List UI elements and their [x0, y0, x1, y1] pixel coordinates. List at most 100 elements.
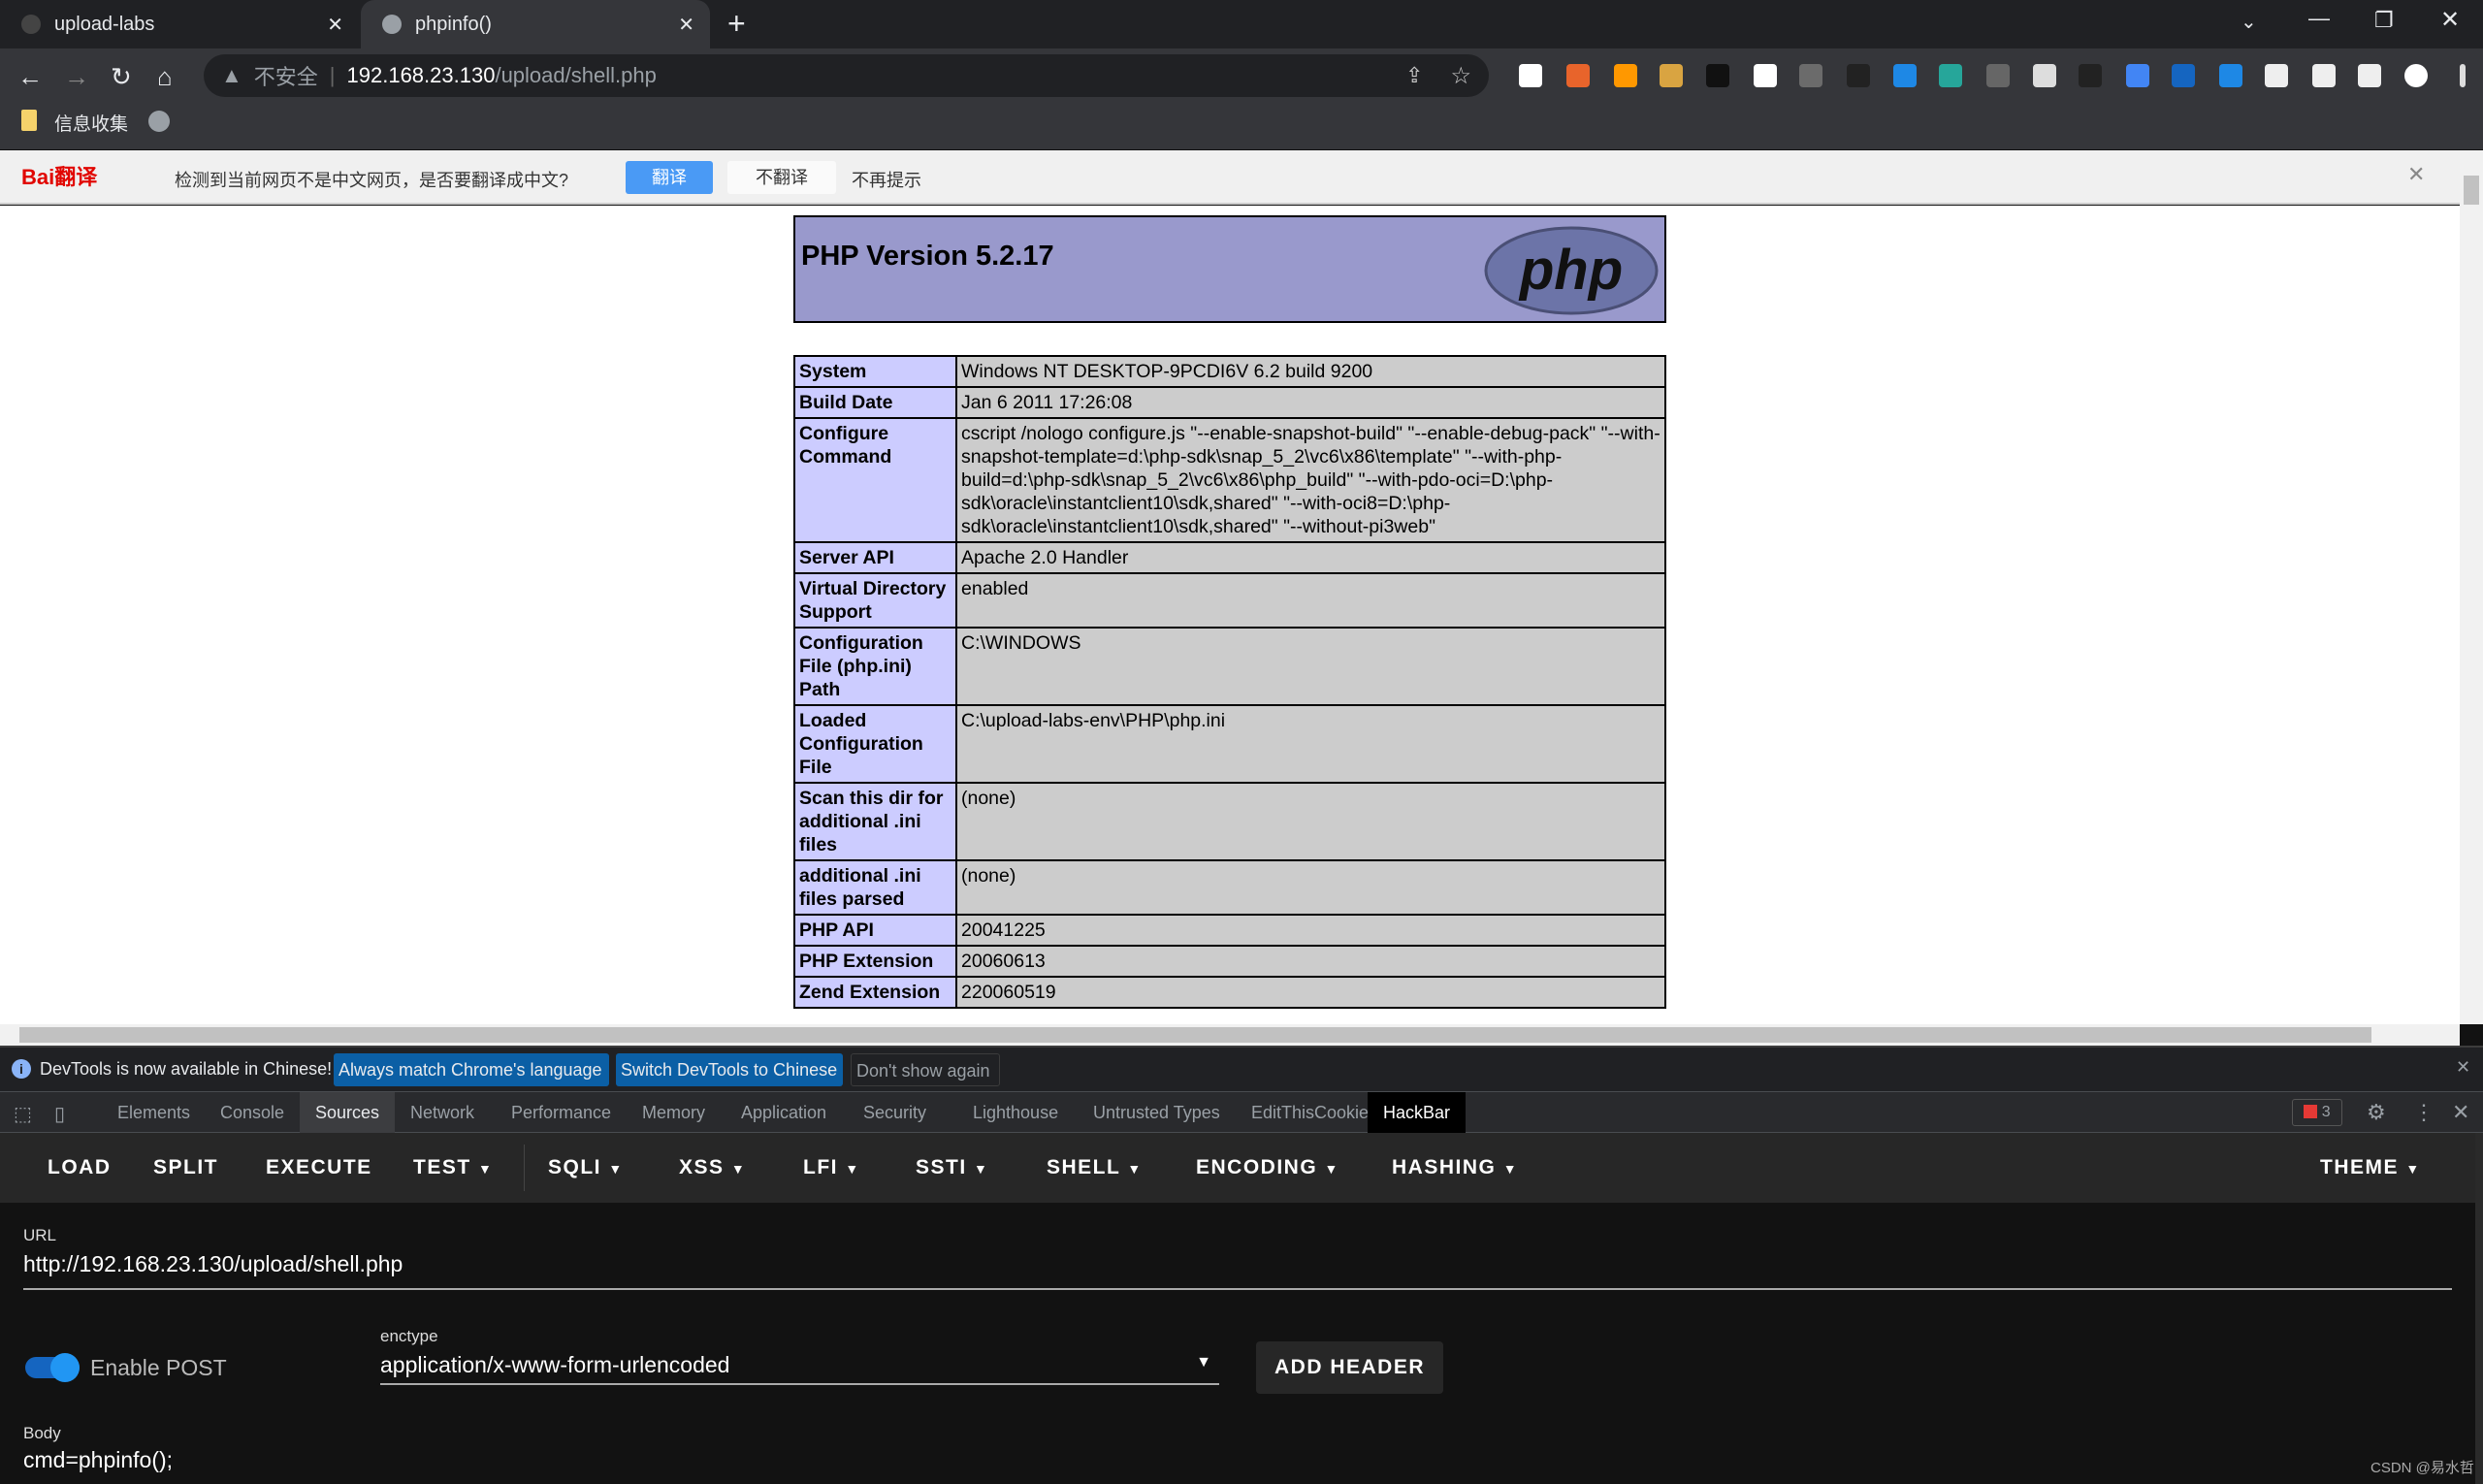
close-icon[interactable]: ✕ [2407, 162, 2425, 187]
close-icon[interactable]: ✕ [2456, 1057, 2470, 1078]
row-value: C:\upload-labs-env\PHP\php.ini [955, 704, 1666, 784]
menu-sqli[interactable]: SQLI ▼ [548, 1133, 624, 1204]
minimize-button[interactable]: — [2308, 6, 2330, 31]
body-input[interactable]: cmd=phpinfo(); [23, 1447, 2448, 1473]
page-content: PHP Version 5.2.17 php System Windows NT … [0, 206, 2460, 1024]
menu-label: ENCODING [1196, 1156, 1318, 1178]
cookie-icon[interactable] [1660, 64, 1683, 87]
menu-test[interactable]: TEST ▼ [413, 1133, 493, 1204]
flask-icon[interactable] [2312, 64, 2336, 87]
match-language-button[interactable]: Always match Chrome's language [334, 1053, 609, 1086]
switch-chinese-button[interactable]: Switch DevTools to Chinese [616, 1053, 843, 1086]
menu-split[interactable]: SPLIT [153, 1133, 218, 1203]
hackbar-icon[interactable] [1706, 64, 1729, 87]
hat-icon[interactable] [2079, 64, 2102, 87]
cloud-icon[interactable] [2033, 64, 2056, 87]
menu-execute[interactable]: EXECUTE [266, 1133, 372, 1203]
scroll-thumb[interactable] [2464, 176, 2479, 205]
error-badge[interactable]: 3 [2292, 1099, 2342, 1126]
tab-performance[interactable]: Performance [511, 1092, 611, 1133]
enctype-select[interactable]: application/x-www-form-urlencoded ▼ [380, 1352, 1219, 1385]
tab-application[interactable]: Application [741, 1092, 826, 1133]
tab-untrusted-types[interactable]: Untrusted Types [1093, 1092, 1220, 1133]
menu-hashing[interactable]: HASHING ▼ [1392, 1133, 1518, 1204]
translate-icon[interactable] [2172, 64, 2195, 87]
bookmark-star-icon[interactable]: ☆ [1450, 62, 1471, 90]
menu-encoding[interactable]: ENCODING ▼ [1196, 1133, 1339, 1204]
restore-button[interactable]: ❐ [2374, 8, 2394, 33]
url-path: /upload/shell.php [495, 63, 657, 87]
wappalyzer-icon[interactable] [1614, 64, 1637, 87]
menu-load[interactable]: LOAD [48, 1133, 112, 1203]
tab-network[interactable]: Network [410, 1092, 474, 1133]
no-translate-button[interactable]: 不翻译 [727, 161, 836, 194]
row-key: Scan this dir for additional .ini files [793, 782, 957, 861]
tab-console[interactable]: Console [220, 1092, 284, 1133]
gear-icon[interactable]: ⚙ [2367, 1100, 2386, 1125]
tab-lighthouse[interactable]: Lighthouse [973, 1092, 1058, 1133]
vertical-scrollbar[interactable] [2460, 150, 2483, 1024]
tab-elements[interactable]: Elements [117, 1092, 190, 1133]
error-icon [2304, 1105, 2318, 1118]
address-bar[interactable]: ▲ 不安全 | 192.168.23.130/upload/shell.php … [204, 54, 1489, 97]
translate-button[interactable]: 翻译 [626, 161, 713, 194]
globe-icon[interactable] [148, 111, 170, 132]
add-header-button[interactable]: ADD HEADER [1256, 1341, 1443, 1394]
enable-post-toggle[interactable] [25, 1353, 80, 1382]
glasses-icon[interactable] [1847, 64, 1870, 87]
notepad-icon[interactable] [1986, 64, 2010, 87]
hackbar-scrollbar[interactable] [2475, 1133, 2483, 1484]
proxy-icon[interactable] [1754, 64, 1777, 87]
sidepanel-icon[interactable] [2358, 64, 2381, 87]
puzzle-icon[interactable] [2265, 64, 2288, 87]
back-icon[interactable]: ← [17, 62, 43, 92]
menu-label: SQLI [548, 1156, 602, 1178]
tab-sources[interactable]: Sources [300, 1092, 396, 1133]
tab-memory[interactable]: Memory [642, 1092, 705, 1133]
url-input[interactable]: http://192.168.23.130/upload/shell.php [23, 1251, 2452, 1290]
close-tab-icon[interactable]: ✕ [678, 13, 694, 37]
inspect-icon[interactable]: ⬚ [14, 1102, 32, 1126]
forward-icon[interactable]: → [64, 62, 89, 92]
code-icon[interactable] [1799, 64, 1822, 87]
home-icon[interactable]: ⌂ [157, 62, 173, 92]
tab-hackbar[interactable]: HackBar [1368, 1092, 1467, 1133]
profile-icon[interactable] [2404, 64, 2428, 87]
row-key: Zend Extension [793, 976, 957, 1009]
menu-lfi[interactable]: LFI ▼ [803, 1133, 860, 1204]
tab-editthiscookie[interactable]: EditThisCookie [1251, 1092, 1369, 1133]
dont-show-button[interactable]: Don't show again [851, 1053, 1000, 1086]
close-tab-icon[interactable]: ✕ [327, 13, 343, 37]
enable-post-label: Enable POST [90, 1355, 227, 1380]
body-label: Body [23, 1424, 61, 1442]
menu-icon[interactable] [2460, 64, 2466, 87]
table-row: Server API Apache 2.0 Handler [793, 541, 1666, 574]
bookmark-folder[interactable]: 信息收集 [54, 110, 128, 136]
tab-phpinfo[interactable]: phpinfo() ✕ [361, 0, 710, 48]
menu-xss[interactable]: XSS ▼ [679, 1133, 746, 1204]
google-translate-icon[interactable] [2126, 64, 2149, 87]
devtools-icon[interactable] [1939, 64, 1962, 87]
opera-icon[interactable] [1566, 64, 1590, 87]
close-devtools-icon[interactable]: ✕ [2452, 1100, 2469, 1125]
baidu-translate-icon[interactable] [2219, 64, 2242, 87]
row-value: 20060613 [955, 945, 1666, 978]
kebab-menu-icon[interactable]: ⋮ [2413, 1100, 2435, 1125]
security-label[interactable]: 不安全 [254, 60, 318, 91]
share-icon[interactable]: ⇪ [1405, 63, 1423, 88]
menu-ssti[interactable]: SSTI ▼ [916, 1133, 988, 1204]
tab-security[interactable]: Security [863, 1092, 926, 1133]
tab-search-icon[interactable]: ⌄ [2241, 10, 2257, 34]
search-icon[interactable] [1519, 64, 1542, 87]
reload-icon[interactable]: ↻ [111, 62, 132, 92]
horizontal-scrollbar[interactable] [0, 1024, 2460, 1046]
theme-menu[interactable]: THEME ▼ [2320, 1133, 2421, 1204]
mask-icon[interactable] [1893, 64, 1917, 87]
close-window-button[interactable]: ✕ [2440, 6, 2460, 34]
never-show-button[interactable]: 不再提示 [852, 167, 921, 192]
menu-shell[interactable]: SHELL ▼ [1047, 1133, 1143, 1204]
tab-upload-labs[interactable]: upload-labs ✕ [0, 0, 359, 48]
new-tab-button[interactable]: + [727, 6, 746, 42]
device-toolbar-icon[interactable]: ▯ [54, 1102, 65, 1126]
scroll-thumb[interactable] [19, 1027, 2371, 1043]
